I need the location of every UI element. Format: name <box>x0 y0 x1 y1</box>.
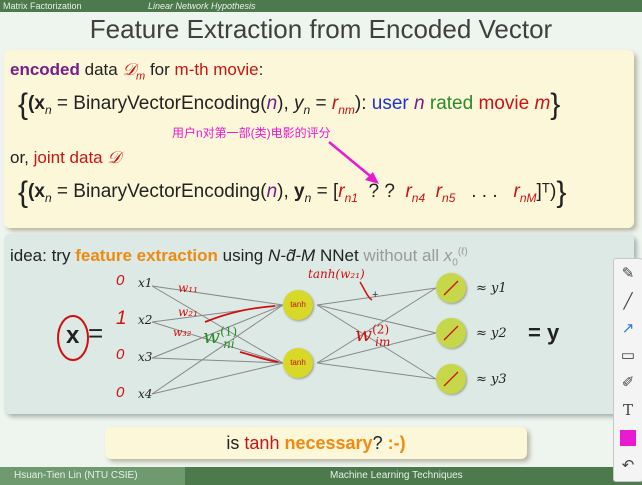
color-swatch-icon <box>620 430 636 446</box>
hand-value-1: 0 <box>116 272 125 289</box>
input-x4: x4 <box>138 387 153 401</box>
output-label-2: ≈ y2 <box>476 326 507 341</box>
input-equals: = <box>88 318 104 348</box>
input-vector-x: x <box>66 322 80 349</box>
weight-layer-2: w(2)im <box>355 322 391 349</box>
undo-tool-icon[interactable]: ↶ <box>614 453 642 479</box>
color-swatch-button[interactable] <box>614 425 642 451</box>
svg-text:tanh(w₂₁): tanh(w₂₁) <box>308 267 365 281</box>
hand-value-2: 1 <box>116 308 127 329</box>
input-x1: x1 <box>138 276 153 290</box>
arrow-tool-icon[interactable]: ↗ <box>614 316 642 342</box>
output-node-3 <box>436 364 466 394</box>
hand-value-3: 0 <box>116 346 125 363</box>
output-label-1: ≈ y1 <box>476 281 507 296</box>
annotation-toolbar: ✎ ╱ ↗ ▭ ✐ T ↶ <box>613 258 642 482</box>
weight-layer-1: w(1)ni <box>203 324 238 351</box>
footer-author: Hsuan-Tien Lin (NTU CSIE) <box>0 467 185 485</box>
hidden-node-2: tanh <box>283 348 313 378</box>
input-x2: x2 <box>138 313 153 327</box>
network-diagram: w₁₁ w₂₁ w₃₂ tanh(w₂₁) + <box>57 267 437 395</box>
svg-text:w₂₁: w₂₁ <box>178 305 198 319</box>
rectangle-tool-icon[interactable]: ▭ <box>614 343 642 369</box>
svg-text:w₃₂: w₃₂ <box>173 326 191 339</box>
output-label-3: ≈ y3 <box>476 372 507 387</box>
output-node-2 <box>436 318 466 348</box>
hand-value-4: 0 <box>116 384 125 401</box>
line-tool-icon[interactable]: ╱ <box>614 289 642 315</box>
hidden-node-1: tanh <box>283 290 313 320</box>
svg-text:w₁₁: w₁₁ <box>178 281 198 295</box>
svg-text:+: + <box>372 289 378 301</box>
footer-bar: Hsuan-Tien Lin (NTU CSIE) Machine Learni… <box>0 467 642 485</box>
output-node-1 <box>436 273 466 303</box>
text-tool-icon[interactable]: T <box>614 397 642 423</box>
footer-course: Machine Learning Techniques <box>330 470 463 481</box>
highlighter-tool-icon[interactable]: ✐ <box>614 370 642 396</box>
output-vector-y: = y <box>528 320 560 345</box>
input-x3: x3 <box>138 350 153 364</box>
question-box: is tanh necessary? :-) <box>105 427 527 459</box>
pen-tool-icon[interactable]: ✎ <box>614 261 642 287</box>
